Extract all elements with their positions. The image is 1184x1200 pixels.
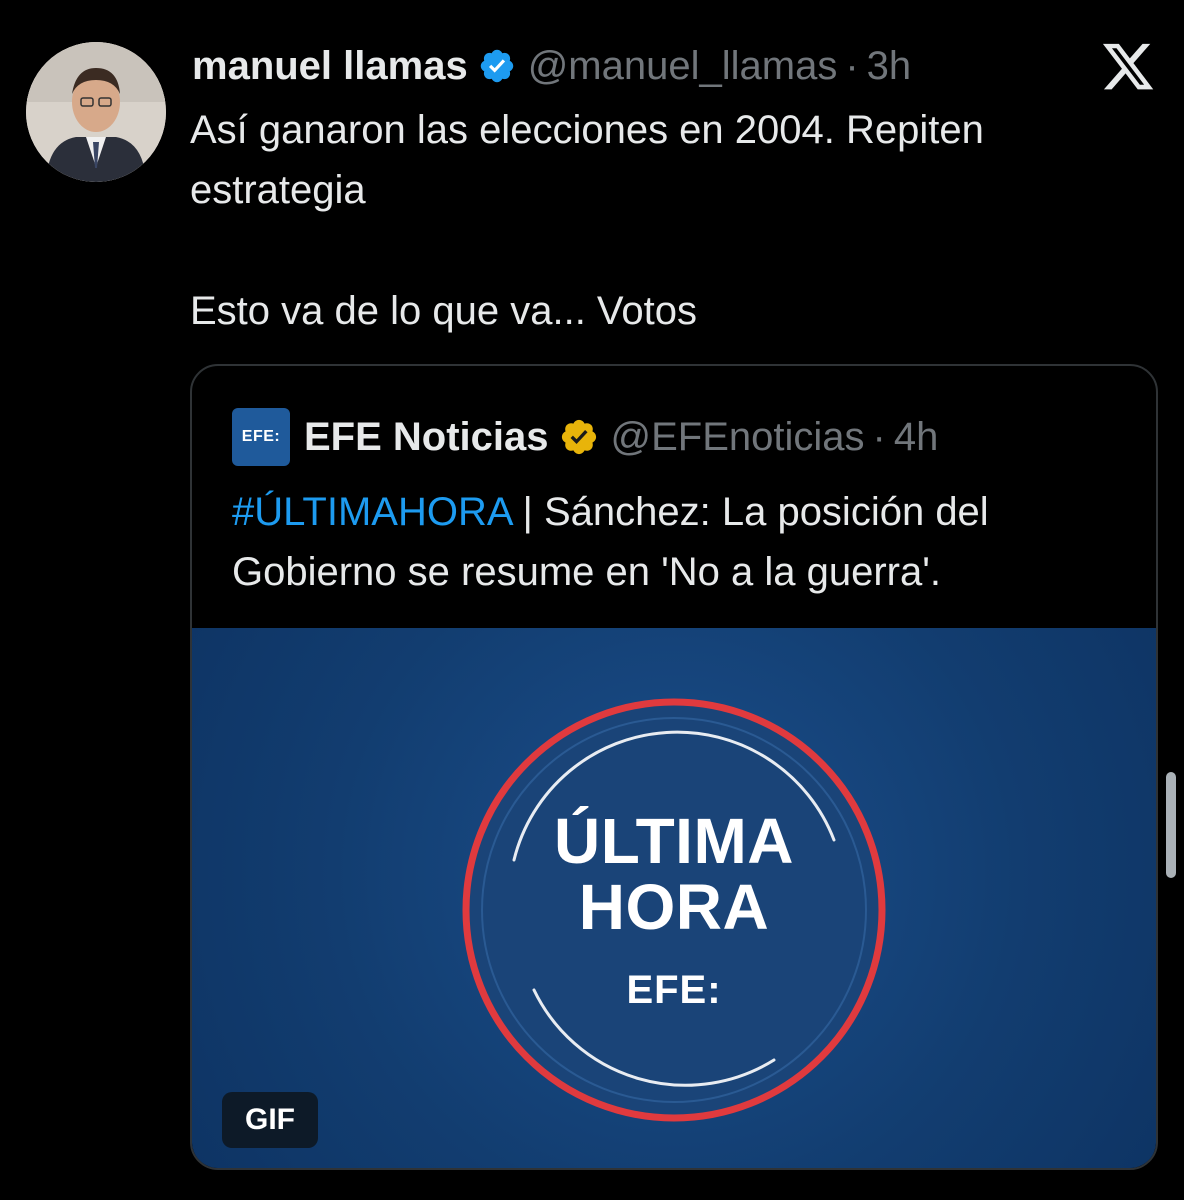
- x-logo-icon[interactable]: [1100, 40, 1156, 92]
- gold-verified-badge-icon: [559, 417, 599, 457]
- efe-logo-avatar[interactable]: EFE:: [232, 408, 290, 466]
- ultima-hora-graphic: ÚLTIMA HORA EFE:: [454, 690, 894, 1130]
- avatar-photo: [26, 42, 166, 182]
- quoted-tweet-text: #ÚLTIMAHORA | Sánchez: La posición del G…: [232, 482, 1132, 602]
- author-handle[interactable]: @manuel_llamas: [528, 44, 838, 89]
- author-avatar[interactable]: [26, 42, 166, 182]
- tweet-text-line: Esto va de lo que va... Votos: [190, 289, 697, 333]
- gif-badge[interactable]: GIF: [222, 1092, 318, 1148]
- graphic-line2: HORA: [578, 870, 770, 943]
- quoted-timestamp[interactable]: 4h: [894, 415, 939, 460]
- quoted-author-handle[interactable]: @EFEnoticias: [611, 415, 865, 460]
- hashtag-link[interactable]: #ÚLTIMAHORA: [232, 490, 511, 534]
- separator-dot: ·: [872, 414, 886, 459]
- quoted-tweet[interactable]: EFE: EFE Noticias @EFEnoticias · 4h #ÚLT…: [190, 364, 1158, 1170]
- graphic-brand: EFE:: [626, 967, 722, 1012]
- gif-media[interactable]: ÚLTIMA HORA EFE: GIF: [192, 628, 1156, 1168]
- tweet-text-line: Así ganaron las elecciones en 2004. Repi…: [190, 108, 984, 212]
- verified-badge-icon: [478, 47, 516, 85]
- quoted-author-name[interactable]: EFE Noticias: [304, 415, 549, 460]
- separator-dot: ·: [845, 43, 859, 88]
- author-name[interactable]: manuel llamas: [192, 44, 468, 89]
- tweet-timestamp[interactable]: 3h: [867, 44, 912, 89]
- graphic-line1: ÚLTIMA: [554, 804, 794, 877]
- graphic-text: ÚLTIMA HORA EFE:: [454, 690, 894, 1130]
- tweet-text: Así ganaron las elecciones en 2004. Repi…: [190, 100, 1150, 341]
- quoted-tweet-header: EFE: EFE Noticias @EFEnoticias · 4h: [232, 406, 938, 468]
- tweet-header: manuel llamas @manuel_llamas · 3h: [192, 36, 911, 96]
- scrollbar-thumb[interactable]: [1166, 772, 1176, 878]
